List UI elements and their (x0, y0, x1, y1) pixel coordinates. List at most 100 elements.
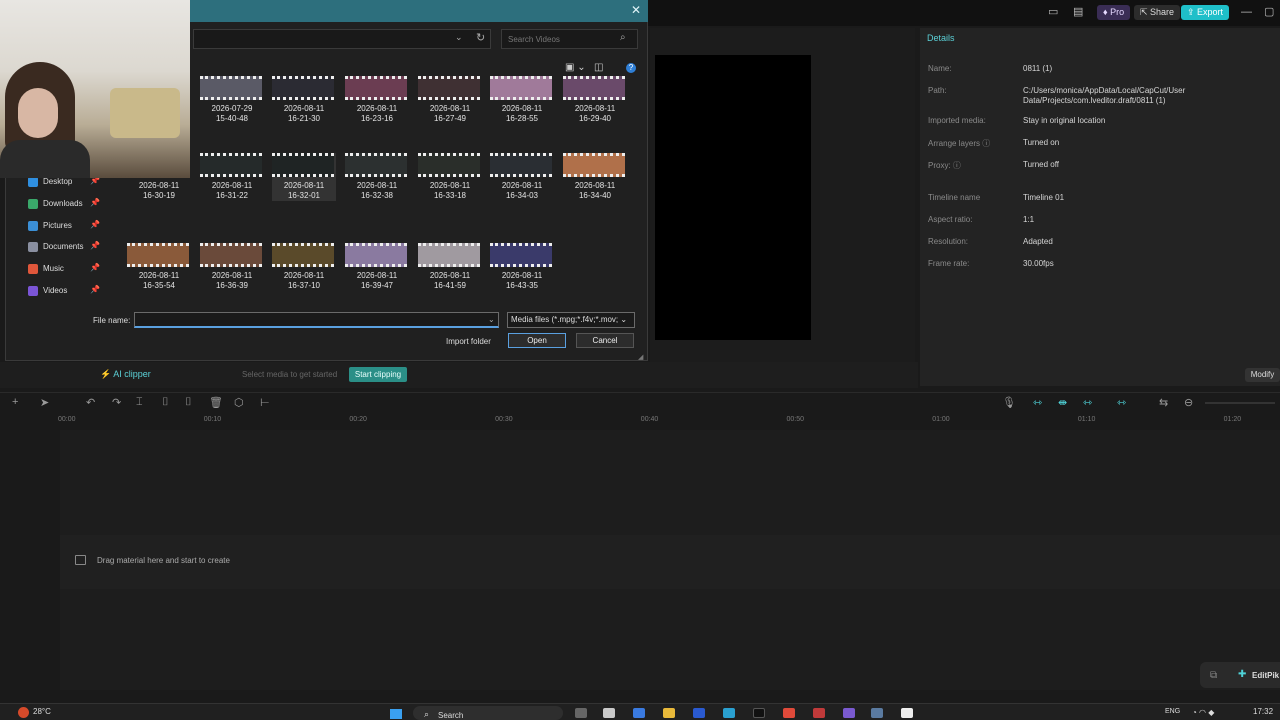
nav-item-videos[interactable]: Videos 📌 (28, 284, 103, 302)
pro-button[interactable]: ♦ Pro (1097, 5, 1131, 20)
nav-item-downloads[interactable]: Downloads 📌 (28, 197, 103, 215)
file-type-filter[interactable]: Media files (*.mpg;*.f4v;*.mov; ⌄ (507, 312, 635, 328)
video-thumbnail[interactable]: 2026-08-11 16-39-47 (345, 243, 409, 291)
video-thumbnail[interactable]: 2026-08-11 16-37-10 (272, 243, 336, 291)
weather-temp[interactable]: 28°C (33, 707, 51, 716)
nav-item-pictures[interactable]: Pictures 📌 (28, 219, 103, 237)
modify-button[interactable]: Modify (1245, 368, 1280, 382)
address-bar[interactable] (193, 29, 491, 49)
dialog-close-icon[interactable]: ✕ (631, 3, 641, 17)
video-thumbnail[interactable]: 2026-08-11 16-27-49 (418, 76, 482, 124)
dialog-titlebar[interactable] (190, 0, 648, 22)
microphone-icon[interactable]: 🎙 (1002, 396, 1016, 409)
refresh-icon[interactable]: ↻ (476, 31, 485, 44)
open-button[interactable]: Open (508, 333, 566, 348)
player-canvas[interactable] (655, 55, 811, 340)
chevron-down-icon[interactable]: ⌄ (488, 315, 495, 324)
zoom-slider[interactable] (1205, 402, 1275, 404)
taskbar-search[interactable] (413, 706, 563, 720)
redo-icon[interactable]: ↷ (112, 396, 121, 409)
thumbnail-time: 16-39-47 (360, 281, 394, 290)
video-thumbnail[interactable]: 2026-08-11 16-33-18 (418, 153, 482, 201)
pin-icon[interactable]: 📌 (90, 220, 100, 229)
chevron-down-icon[interactable]: ⌄ (455, 32, 463, 43)
file-name-input[interactable] (134, 312, 499, 328)
video-thumbnail[interactable]: 2026-08-11 16-43-35 (490, 243, 554, 291)
cancel-button[interactable]: Cancel (576, 333, 634, 348)
preview-axis-icon[interactable]: ⇿ (1117, 396, 1126, 409)
nav-item-documents[interactable]: Documents 📌 (28, 240, 103, 258)
delete-icon[interactable]: 🗑 (209, 396, 223, 409)
minimize-icon[interactable]: — (1241, 6, 1252, 19)
add-icon[interactable]: + (12, 396, 18, 408)
language-indicator[interactable]: ENG (1165, 708, 1180, 715)
nav-item-music[interactable]: Music 📌 (28, 262, 103, 280)
shortcut-icon[interactable]: ▤ (1073, 6, 1083, 19)
pin-icon[interactable]: 📌 (90, 241, 100, 250)
magnet-icon[interactable]: ⇼ (1058, 396, 1067, 409)
split-right-icon[interactable]: ⌷ (185, 396, 192, 409)
marker-icon[interactable]: ⬡ (234, 396, 244, 409)
video-thumbnail[interactable]: 2026-08-11 16-23-16 (345, 76, 409, 124)
edge-icon[interactable] (633, 708, 645, 718)
tiktok-icon[interactable] (753, 708, 765, 718)
video-thumbnail[interactable]: 2026-08-11 16-28-55 (490, 76, 554, 124)
hp-icon[interactable] (693, 708, 705, 718)
details-label: Path: (928, 86, 947, 95)
system-tray-icons[interactable]: ◔ ◠ ◆ (1192, 708, 1214, 717)
file-explorer-icon[interactable] (663, 708, 675, 718)
video-preview (272, 76, 334, 100)
details-value: C:/Users/monica/AppData/Local/CapCut/Use… (1023, 86, 1186, 105)
pin-icon[interactable]: 📌 (90, 263, 100, 272)
link-icon[interactable]: ⇿ (1083, 396, 1092, 409)
pin-icon[interactable]: 📌 (90, 198, 100, 207)
layout-icon[interactable]: ▭ (1048, 6, 1058, 19)
share-button[interactable]: ⇱ Share (1134, 5, 1181, 20)
undo-icon[interactable]: ↶ (86, 396, 95, 409)
video-preview (418, 153, 480, 177)
import-folder-button[interactable]: Import folder (446, 337, 491, 346)
video-thumbnail[interactable]: 2026-08-11 16-34-40 (563, 153, 627, 201)
view-options-icon[interactable]: ▣ ⌄ ◫ (565, 62, 603, 73)
split-icon[interactable]: ⌶ (136, 396, 143, 409)
maximize-icon[interactable]: ▢ (1264, 6, 1274, 19)
split-left-icon[interactable]: ⌷ (162, 396, 169, 409)
video-thumbnail[interactable]: 2026-07-29 15-40-48 (200, 76, 264, 124)
thumbnail-time: 15-40-48 (215, 114, 249, 123)
main-track-icon[interactable]: ⇿ (1033, 396, 1042, 409)
video-thumbnail[interactable]: 2026-08-11 16-31-22 (200, 153, 264, 201)
select-tool-icon[interactable]: ➤ (40, 396, 49, 409)
app-icon[interactable] (723, 708, 735, 718)
weather-icon[interactable] (18, 707, 29, 718)
main-track[interactable] (60, 535, 1280, 589)
pin-icon[interactable]: 📌 (90, 285, 100, 294)
video-thumbnail[interactable]: 2026-08-11 16-32-38 (345, 153, 409, 201)
zoom-fit-icon[interactable]: ⇆ (1159, 396, 1168, 409)
app2-icon[interactable] (813, 708, 825, 718)
video-thumbnail[interactable]: 2026-08-11 16-32-01 (272, 153, 336, 201)
zoom-out-icon[interactable]: ⊖ (1184, 396, 1193, 409)
thumbnail-date: 2026-08-11 (429, 181, 471, 190)
store-icon[interactable] (603, 708, 615, 718)
resize-grip-icon[interactable]: ◢ (638, 353, 643, 361)
video-thumbnail[interactable]: 2026-08-11 16-35-54 (127, 243, 191, 291)
clock[interactable]: 17:32 (1253, 707, 1273, 716)
start-icon[interactable] (390, 709, 402, 719)
crop-icon[interactable]: ⊢ (260, 396, 270, 409)
export-button[interactable]: ⇪ Export (1181, 5, 1230, 20)
search-icon[interactable]: ⌕ (620, 32, 626, 43)
chrome-icon[interactable] (783, 708, 795, 718)
video-thumbnail[interactable]: 2026-08-11 16-36-39 (200, 243, 264, 291)
video-thumbnail[interactable]: 2026-08-11 16-34-03 (490, 153, 554, 201)
video-thumbnail[interactable]: 2026-08-11 16-29-40 (563, 76, 627, 124)
video-thumbnail[interactable]: 2026-08-11 16-21-30 (272, 76, 336, 124)
ai-clipper-button[interactable]: ⚡ AI clipper (100, 369, 151, 380)
task-view-icon[interactable] (575, 708, 587, 718)
video-thumbnail[interactable]: 2026-08-11 16-41-59 (418, 243, 482, 291)
widget-icon[interactable]: ⧉ (1210, 670, 1217, 681)
discord-icon[interactable] (843, 708, 855, 718)
help-icon[interactable]: ? (626, 63, 636, 73)
app3-icon[interactable] (871, 708, 883, 718)
start-clipping-button[interactable]: Start clipping (349, 367, 407, 382)
capcut-icon[interactable] (901, 708, 913, 718)
